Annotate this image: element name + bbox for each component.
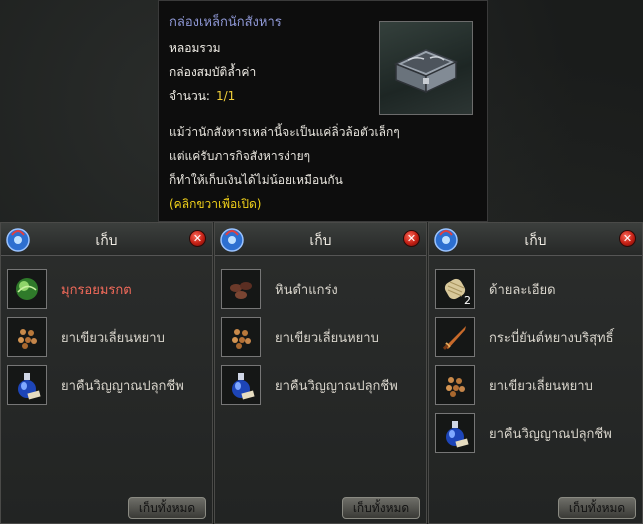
item-slot[interactable] <box>221 269 261 309</box>
loot-panel-1: เก็บ ✕ มุกรอยมรกต ยาเขียวเลี่ยนหยาบ ยาคื… <box>0 222 213 524</box>
tooltip-type: หลอมรวม <box>169 41 221 55</box>
black-stones-icon <box>230 282 252 299</box>
tooltip-desc-1: แม้ว่านักสังหารเหล่านี้จะเป็นแค่ลิ่วล้อต… <box>169 125 400 139</box>
loot-panel-3: เก็บ ✕ 2 ด้ายละเอียด กระบี่ยันต์หยางบริส… <box>428 222 643 524</box>
item-slot[interactable] <box>221 317 261 357</box>
panel-header: เก็บ ✕ <box>215 223 426 256</box>
item-slot[interactable] <box>7 365 47 405</box>
close-button[interactable]: ✕ <box>619 230 636 247</box>
item-name: ยาคืนวิญญาณปลุกชีพ <box>275 378 398 394</box>
panel-title: เก็บ <box>95 233 118 249</box>
loot-panel-2: เก็บ ✕ หินดำแกร่ง ยาเขียวเลี่ยนหยาบ ยาคื… <box>214 222 427 524</box>
item-slot[interactable] <box>435 413 475 453</box>
loot-item[interactable]: ยาเขียวเลี่ยนหยาบ <box>435 363 636 407</box>
panel-title: เก็บ <box>309 233 332 249</box>
item-name: ยาคืนวิญญาณปลุกชีพ <box>489 426 612 442</box>
take-all-button[interactable]: เก็บทั้งหมด <box>558 497 636 519</box>
loot-item[interactable]: หินดำแกร่ง <box>221 267 420 311</box>
item-slot[interactable] <box>7 317 47 357</box>
loot-item[interactable]: ยาคืนวิญญาณปลุกชีพ <box>221 363 420 407</box>
item-slot[interactable] <box>435 365 475 405</box>
panel-header: เก็บ ✕ <box>429 223 642 256</box>
tooltip-desc-2: แต่แค่รับภารกิจสังหารง่ายๆ <box>169 149 311 163</box>
item-slot[interactable]: 2 <box>435 269 475 309</box>
tooltip-category: กล่องสมบัติล้ำค่า <box>169 65 257 79</box>
pills-icon <box>446 377 465 397</box>
close-button[interactable]: ✕ <box>189 230 206 247</box>
item-quantity: 2 <box>464 294 471 307</box>
sword-icon <box>442 326 466 350</box>
blue-potion-icon <box>18 373 41 400</box>
item-slot[interactable] <box>435 317 475 357</box>
tooltip-count: จำนวน: 1/1 <box>169 87 235 106</box>
close-button[interactable]: ✕ <box>403 230 420 247</box>
take-all-button[interactable]: เก็บทั้งหมด <box>128 497 206 519</box>
tooltip-hint: (คลิกขวาเพื่อเปิด) <box>169 197 262 211</box>
item-list: 2 ด้ายละเอียด กระบี่ยันต์หยางบริสุทธิ์ ย… <box>435 267 636 459</box>
item-image <box>379 21 473 115</box>
item-slot[interactable] <box>7 269 47 309</box>
take-all-button[interactable]: เก็บทั้งหมด <box>342 497 420 519</box>
loot-item[interactable]: ยาคืนวิญญาณปลุกชีพ <box>435 411 636 455</box>
pills-icon <box>232 329 251 349</box>
panel-title: เก็บ <box>524 233 547 249</box>
item-name: หินดำแกร่ง <box>275 282 338 298</box>
item-name: มุกรอยมรกต <box>61 282 132 298</box>
count-value: 1/1 <box>215 89 236 103</box>
tooltip-desc-3: ก็ทำให้เก็บเงินได้ไม่น้อยเหมือนกัน <box>169 173 343 187</box>
loot-item[interactable]: มุกรอยมรกต <box>7 267 206 311</box>
blue-potion-icon <box>446 421 469 448</box>
item-list: หินดำแกร่ง ยาเขียวเลี่ยนหยาบ ยาคืนวิญญาณ… <box>221 267 420 411</box>
item-name: ยาเขียวเลี่ยนหยาบ <box>275 330 379 346</box>
item-name: ยาคืนวิญญาณปลุกชีพ <box>61 378 184 394</box>
loot-item[interactable]: 2 ด้ายละเอียด <box>435 267 636 311</box>
item-name: ยาเขียวเลี่ยนหยาบ <box>61 330 165 346</box>
iron-chest-icon <box>394 49 458 94</box>
item-name: กระบี่ยันต์หยางบริสุทธิ์ <box>489 330 614 346</box>
pills-icon <box>18 329 37 349</box>
loot-item[interactable]: ยาเขียวเลี่ยนหยาบ <box>7 315 206 359</box>
loot-item[interactable]: ยาคืนวิญญาณปลุกชีพ <box>7 363 206 407</box>
loot-item[interactable]: กระบี่ยันต์หยางบริสุทธิ์ <box>435 315 636 359</box>
count-label: จำนวน: <box>169 89 210 103</box>
blue-potion-icon <box>232 373 255 400</box>
item-tooltip: กล่องเหล็กนักสังหาร หลอมรวม กล่องสมบัติล… <box>158 0 488 222</box>
item-list: มุกรอยมรกต ยาเขียวเลี่ยนหยาบ ยาคืนวิญญาณ… <box>7 267 206 411</box>
item-name: ด้ายละเอียด <box>489 282 556 298</box>
panel-header: เก็บ ✕ <box>1 223 212 256</box>
tooltip-title: กล่องเหล็กนักสังหาร <box>169 15 282 30</box>
loot-item[interactable]: ยาเขียวเลี่ยนหยาบ <box>221 315 420 359</box>
item-slot[interactable] <box>221 365 261 405</box>
emerald-pearl-icon <box>16 278 38 300</box>
item-name: ยาเขียวเลี่ยนหยาบ <box>489 378 593 394</box>
